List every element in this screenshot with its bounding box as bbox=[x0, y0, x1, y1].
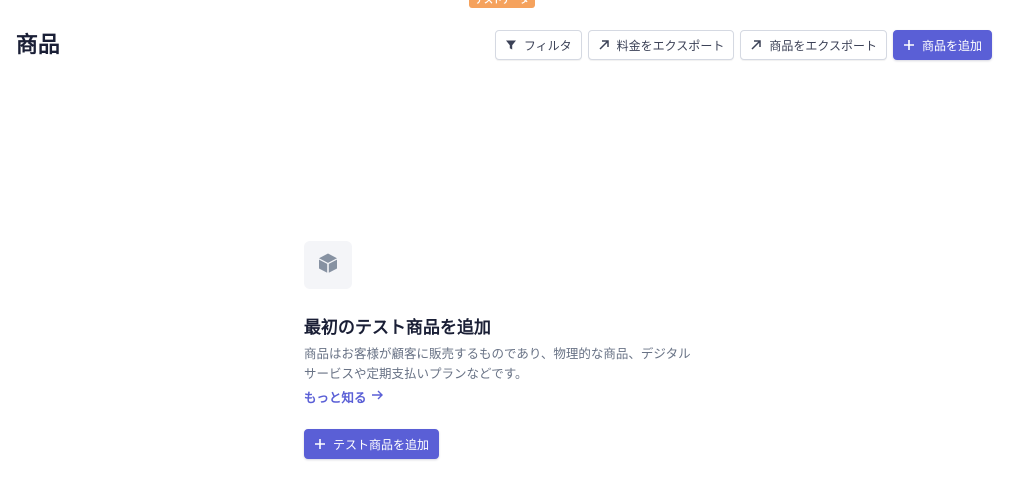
filter-icon bbox=[505, 39, 517, 51]
filter-button[interactable]: フィルタ bbox=[494, 30, 582, 60]
empty-state-icon-container bbox=[304, 241, 352, 289]
empty-state-title: 最初のテスト商品を追加 bbox=[304, 318, 491, 338]
add-test-product-button[interactable]: テスト商品を追加 bbox=[304, 429, 440, 459]
plus-icon bbox=[314, 438, 326, 450]
empty-state-description: 商品はお客様が顧客に販売するものであり、物理的な商品、デジタルサービスや定期支払… bbox=[304, 346, 691, 381]
export-products-label: 商品をエクスポート bbox=[769, 38, 877, 53]
add-product-label: 商品を追加 bbox=[921, 38, 982, 53]
learn-more-label: もっと知る bbox=[304, 390, 367, 405]
empty-state: 最初のテスト商品を追加 商品はお客様が顧客に販売するものであり、物理的な商品、デ… bbox=[304, 241, 704, 459]
learn-more-link[interactable]: もっと知る bbox=[304, 387, 384, 406]
filter-button-label: フィルタ bbox=[523, 38, 572, 53]
arrow-up-right-icon bbox=[598, 39, 610, 51]
add-product-button[interactable]: 商品を追加 bbox=[892, 30, 992, 60]
toolbar: フィルタ 料金をエクスポート 商品をエクスポート 商品を追加 bbox=[494, 30, 992, 60]
export-prices-button[interactable]: 料金をエクスポート bbox=[587, 30, 735, 60]
export-prices-label: 料金をエクスポート bbox=[616, 38, 725, 53]
add-test-product-label: テスト商品を追加 bbox=[333, 437, 430, 452]
plus-icon bbox=[903, 39, 915, 51]
arrow-right-icon bbox=[371, 389, 384, 404]
box-icon bbox=[316, 251, 340, 279]
export-products-button[interactable]: 商品をエクスポート bbox=[740, 30, 887, 60]
page-title: 商品 bbox=[16, 33, 61, 58]
arrow-up-right-icon bbox=[750, 39, 762, 51]
test-data-badge: テストデータ bbox=[469, 0, 536, 8]
